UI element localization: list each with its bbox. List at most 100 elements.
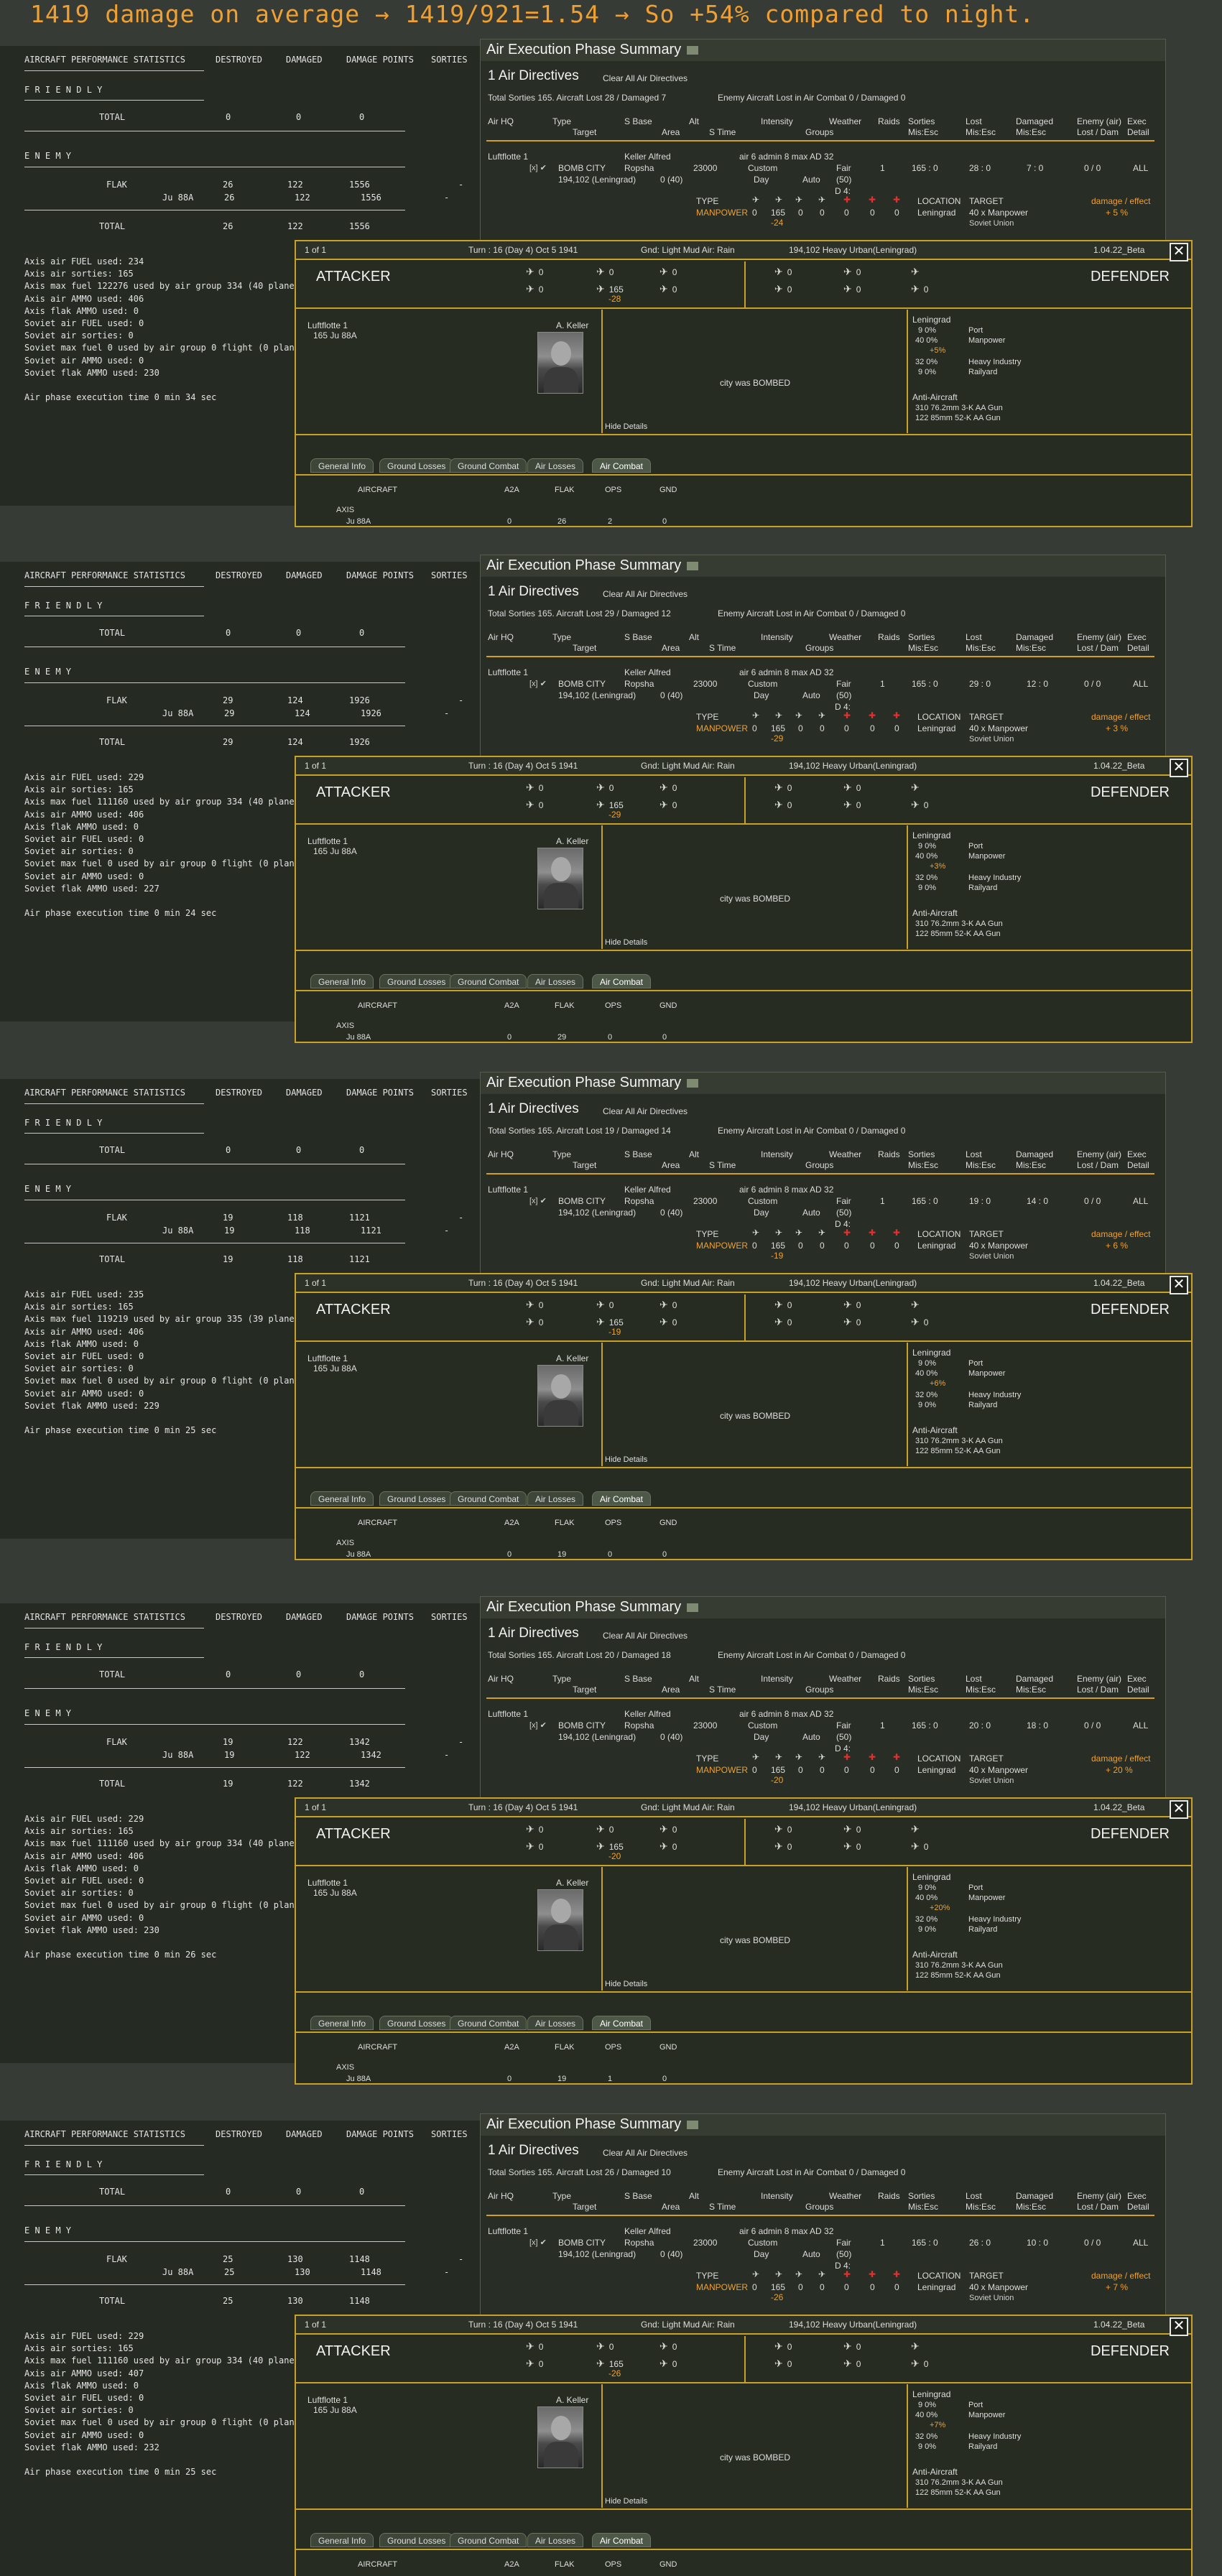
mission-type[interactable]: BOMB CITY: [558, 679, 606, 689]
close-button[interactable]: ✕: [1170, 1800, 1188, 1819]
hide-details-link[interactable]: Hide Details: [605, 1455, 647, 1464]
tab-air-combat[interactable]: Air Combat: [592, 2533, 652, 2547]
tab-air-combat[interactable]: Air Combat: [592, 1491, 652, 1506]
tab-air-combat[interactable]: Air Combat: [592, 458, 652, 473]
tab-air-losses[interactable]: Air Losses: [527, 2016, 584, 2030]
exec-value[interactable]: ALL: [1133, 2238, 1148, 2248]
mission-type[interactable]: BOMB CITY: [558, 1720, 606, 1731]
divider: [601, 310, 603, 433]
tab-ground-losses[interactable]: Ground Losses: [379, 2016, 454, 2030]
mission-checkbox[interactable]: [x] ✔: [529, 1720, 547, 1730]
aep-title-bar[interactable]: Air Execution Phase Summary: [481, 40, 1165, 61]
minimize-icon[interactable]: [687, 1603, 699, 1612]
aa-gun-1: 310 76.2mm 3-K AA Gun: [915, 919, 1003, 928]
mission-type[interactable]: BOMB CITY: [558, 2238, 606, 2248]
tab-general-info[interactable]: General Info: [310, 458, 374, 473]
tab-air-combat[interactable]: Air Combat: [592, 2016, 652, 2030]
hide-details-link[interactable]: Hide Details: [605, 938, 647, 947]
tab-ground-combat[interactable]: Ground Combat: [450, 2533, 527, 2547]
mission-checkbox[interactable]: [x] ✔: [529, 2238, 547, 2247]
tab-ground-losses[interactable]: Ground Losses: [379, 1491, 454, 1506]
soviet-union-label: Soviet Union: [969, 219, 1014, 228]
mission-checkbox[interactable]: [x] ✔: [529, 679, 547, 688]
recon-icon: ✈: [843, 1299, 852, 1310]
sub-lost-dam: Lost / Dam: [1077, 1685, 1119, 1695]
clear-all-directives-button[interactable]: Clear All Air Directives: [603, 589, 688, 599]
aep-title-bar[interactable]: Air Execution Phase Summary: [481, 1072, 1165, 1094]
clear-all-directives-button[interactable]: Clear All Air Directives: [603, 73, 688, 83]
damaged-value: 12 : 0: [1027, 679, 1049, 689]
hide-details-link[interactable]: Hide Details: [605, 422, 647, 431]
minimize-icon[interactable]: [687, 45, 699, 55]
sub-area: Area: [662, 2202, 680, 2212]
minimize-icon[interactable]: [687, 2120, 699, 2129]
close-button[interactable]: ✕: [1170, 1276, 1188, 1294]
friendly-total-label: TOTAL: [99, 1669, 126, 1680]
exec-value[interactable]: ALL: [1133, 1196, 1148, 1206]
type-value: 0: [844, 723, 849, 733]
close-button[interactable]: ✕: [1170, 759, 1188, 777]
fighter-icon: ✈: [526, 1299, 534, 1310]
mission-type[interactable]: BOMB CITY: [558, 163, 606, 173]
flak-sorties: -: [458, 1213, 464, 1223]
exec-value[interactable]: ALL: [1133, 1720, 1148, 1731]
turn-info: Turn : 16 (Day 4) Oct 5 1941: [468, 2320, 578, 2330]
log-line: Axis air FUEL used: 229: [24, 1814, 144, 1824]
hide-details-link[interactable]: Hide Details: [605, 1980, 647, 1988]
tab-ground-combat[interactable]: Ground Combat: [450, 974, 527, 988]
aa-gun-1: 310 76.2mm 3-K AA Gun: [915, 1437, 1003, 1445]
aep-title-bar[interactable]: Air Execution Phase Summary: [481, 1597, 1165, 1618]
mission-checkbox[interactable]: [x] ✔: [529, 163, 547, 172]
tab-ground-losses[interactable]: Ground Losses: [379, 458, 454, 473]
aircraft-label: Ju 88A: [162, 708, 194, 718]
bomber-icon: ✈: [596, 799, 605, 810]
enemy-total-damaged: 130: [287, 2296, 303, 2306]
sub-sorties-mis: Mis:Esc: [908, 1685, 938, 1695]
combat-header: ATTACKER DEFENDER ✈ 0 ✈ 0 ✈ 0 ✈ 0 ✈ 165 ✈ 0 -2…: [296, 2336, 1191, 2383]
tab-general-info[interactable]: General Info: [310, 2016, 374, 2030]
tab-general-info[interactable]: General Info: [310, 2533, 374, 2547]
exec-value[interactable]: ALL: [1133, 163, 1148, 173]
aep-title-bar[interactable]: Air Execution Phase Summary: [481, 2114, 1165, 2136]
tab-general-info[interactable]: General Info: [310, 974, 374, 988]
minimize-icon[interactable]: [687, 561, 699, 570]
tab-air-combat[interactable]: Air Combat: [592, 974, 652, 988]
tab-air-losses[interactable]: Air Losses: [527, 458, 584, 473]
tab-air-losses[interactable]: Air Losses: [527, 2533, 584, 2547]
log-line: Soviet air sorties: 0: [24, 1888, 134, 1899]
tab-ground-combat[interactable]: Ground Combat: [450, 1491, 527, 1506]
clear-all-directives-button[interactable]: Clear All Air Directives: [603, 2148, 688, 2158]
close-button[interactable]: ✕: [1170, 243, 1188, 261]
exec-value[interactable]: ALL: [1133, 679, 1148, 689]
tab-ground-combat[interactable]: Ground Combat: [450, 2016, 527, 2030]
fighter-icon: ✈: [774, 1823, 783, 1835]
col-air-hq: Air HQ: [488, 116, 514, 126]
clear-all-directives-button[interactable]: Clear All Air Directives: [603, 1631, 688, 1641]
tab-air-losses[interactable]: Air Losses: [527, 1491, 584, 1506]
close-button[interactable]: ✕: [1170, 2317, 1188, 2336]
hide-details-link[interactable]: Hide Details: [605, 2497, 647, 2506]
flak-points: 1148: [349, 2254, 370, 2264]
aep-title-bar[interactable]: Air Execution Phase Summary: [481, 555, 1165, 577]
fighter-icon: ✈: [526, 266, 534, 277]
tab-ground-losses[interactable]: Ground Losses: [379, 974, 454, 988]
col-ops: OPS: [605, 1001, 622, 1010]
tab-ground-losses[interactable]: Ground Losses: [379, 2533, 454, 2547]
bomber-icon: ✈: [843, 2358, 852, 2369]
bomber-icon: ✈: [774, 1840, 783, 1852]
bombing-result: city was BOMBED: [720, 894, 791, 904]
defender-label: DEFENDER: [1090, 1826, 1170, 1842]
axis-label: AXIS: [336, 506, 355, 514]
mission-checkbox[interactable]: [x] ✔: [529, 1196, 547, 1205]
log-line: Axis air sorties: 165: [24, 784, 134, 795]
tab-air-losses[interactable]: Air Losses: [527, 974, 584, 988]
clear-all-directives-button[interactable]: Clear All Air Directives: [603, 1106, 688, 1116]
col-s-base: S Base: [624, 632, 652, 642]
tab-general-info[interactable]: General Info: [310, 1491, 374, 1506]
mission-type[interactable]: BOMB CITY: [558, 1196, 606, 1206]
aircraft-damaged: 122: [295, 193, 310, 203]
tab-ground-combat[interactable]: Ground Combat: [450, 458, 527, 473]
phase-log: Axis air FUEL used: 229 Axis air sorties:…: [24, 1813, 310, 1961]
type-value: 0: [894, 1241, 899, 1251]
minimize-icon[interactable]: [687, 1078, 699, 1088]
